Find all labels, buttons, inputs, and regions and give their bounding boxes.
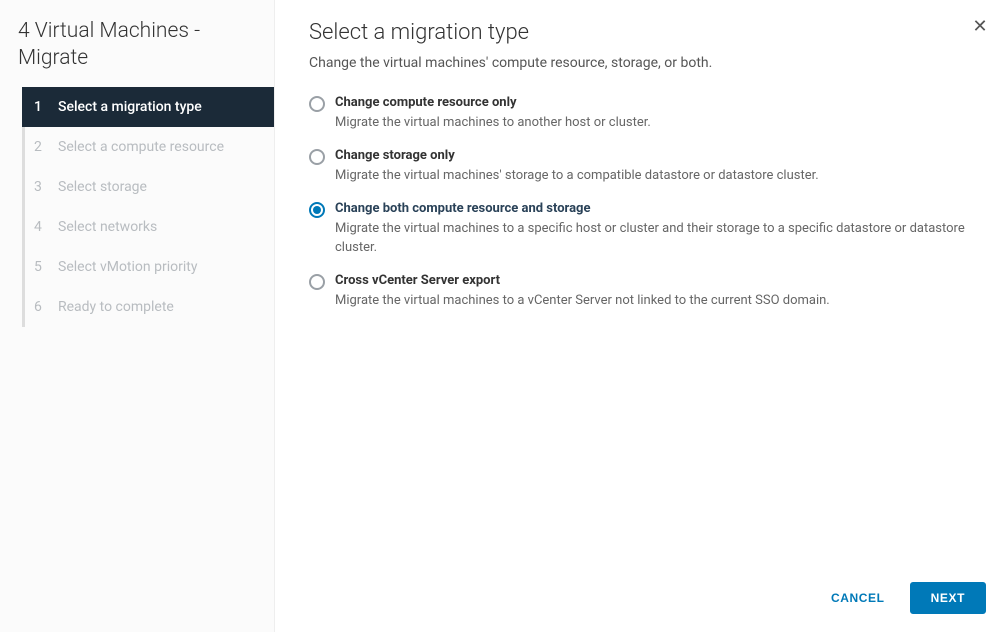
- radio-icon: [309, 149, 325, 165]
- step-select-compute-resource[interactable]: 2 Select a compute resource: [22, 127, 274, 167]
- step-label: Select storage: [58, 179, 147, 195]
- wizard-sidebar: 4 Virtual Machines - Migrate 1 Select a …: [0, 0, 275, 632]
- option-change-compute-only[interactable]: Change compute resource only Migrate the…: [309, 95, 974, 132]
- option-title: Change both compute resource and storage: [335, 201, 974, 216]
- page-subtitle: Change the virtual machines' compute res…: [309, 55, 974, 71]
- step-label: Ready to complete: [58, 299, 174, 315]
- option-text: Change storage only Migrate the virtual …: [335, 148, 974, 185]
- option-cross-vcenter-export[interactable]: Cross vCenter Server export Migrate the …: [309, 273, 974, 310]
- option-change-storage-only[interactable]: Change storage only Migrate the virtual …: [309, 148, 974, 185]
- step-label: Select vMotion priority: [58, 259, 197, 275]
- option-title: Change compute resource only: [335, 95, 974, 110]
- option-text: Change compute resource only Migrate the…: [335, 95, 974, 132]
- option-text: Cross vCenter Server export Migrate the …: [335, 273, 974, 310]
- option-title: Cross vCenter Server export: [335, 273, 974, 288]
- radio-icon: [309, 274, 325, 290]
- step-select-migration-type[interactable]: 1 Select a migration type: [22, 87, 274, 127]
- step-label: Select networks: [58, 219, 157, 235]
- wizard-title: 4 Virtual Machines - Migrate: [0, 12, 274, 87]
- step-number: 3: [34, 179, 50, 195]
- option-desc: Migrate the virtual machines' storage to…: [335, 167, 974, 185]
- step-number: 5: [34, 259, 50, 275]
- option-change-both[interactable]: Change both compute resource and storage…: [309, 201, 974, 256]
- wizard-steps: 1 Select a migration type 2 Select a com…: [22, 87, 274, 327]
- step-select-storage[interactable]: 3 Select storage: [22, 167, 274, 207]
- radio-icon: [309, 202, 325, 218]
- option-title: Change storage only: [335, 148, 974, 163]
- option-desc: Migrate the virtual machines to a specif…: [335, 220, 974, 256]
- step-number: 6: [34, 299, 50, 315]
- step-label: Select a compute resource: [58, 139, 224, 155]
- step-number: 2: [34, 139, 50, 155]
- step-select-networks[interactable]: 4 Select networks: [22, 207, 274, 247]
- wizard-footer: CANCEL NEXT: [275, 566, 1008, 632]
- page-title: Select a migration type: [309, 20, 974, 45]
- step-label: Select a migration type: [58, 99, 202, 115]
- content-area: Select a migration type Change the virtu…: [275, 0, 1008, 566]
- option-desc: Migrate the virtual machines to a vCente…: [335, 292, 974, 310]
- next-button[interactable]: NEXT: [910, 582, 986, 614]
- step-number: 4: [34, 219, 50, 235]
- migration-options: Change compute resource only Migrate the…: [309, 95, 974, 310]
- main-pane: ✕ Select a migration type Change the vir…: [275, 0, 1008, 632]
- step-number: 1: [34, 99, 50, 115]
- step-ready-to-complete[interactable]: 6 Ready to complete: [22, 287, 274, 327]
- option-desc: Migrate the virtual machines to another …: [335, 114, 974, 132]
- cancel-button[interactable]: CANCEL: [814, 582, 902, 614]
- close-icon[interactable]: ✕: [970, 16, 990, 36]
- radio-icon: [309, 96, 325, 112]
- option-text: Change both compute resource and storage…: [335, 201, 974, 256]
- step-select-vmotion-priority[interactable]: 5 Select vMotion priority: [22, 247, 274, 287]
